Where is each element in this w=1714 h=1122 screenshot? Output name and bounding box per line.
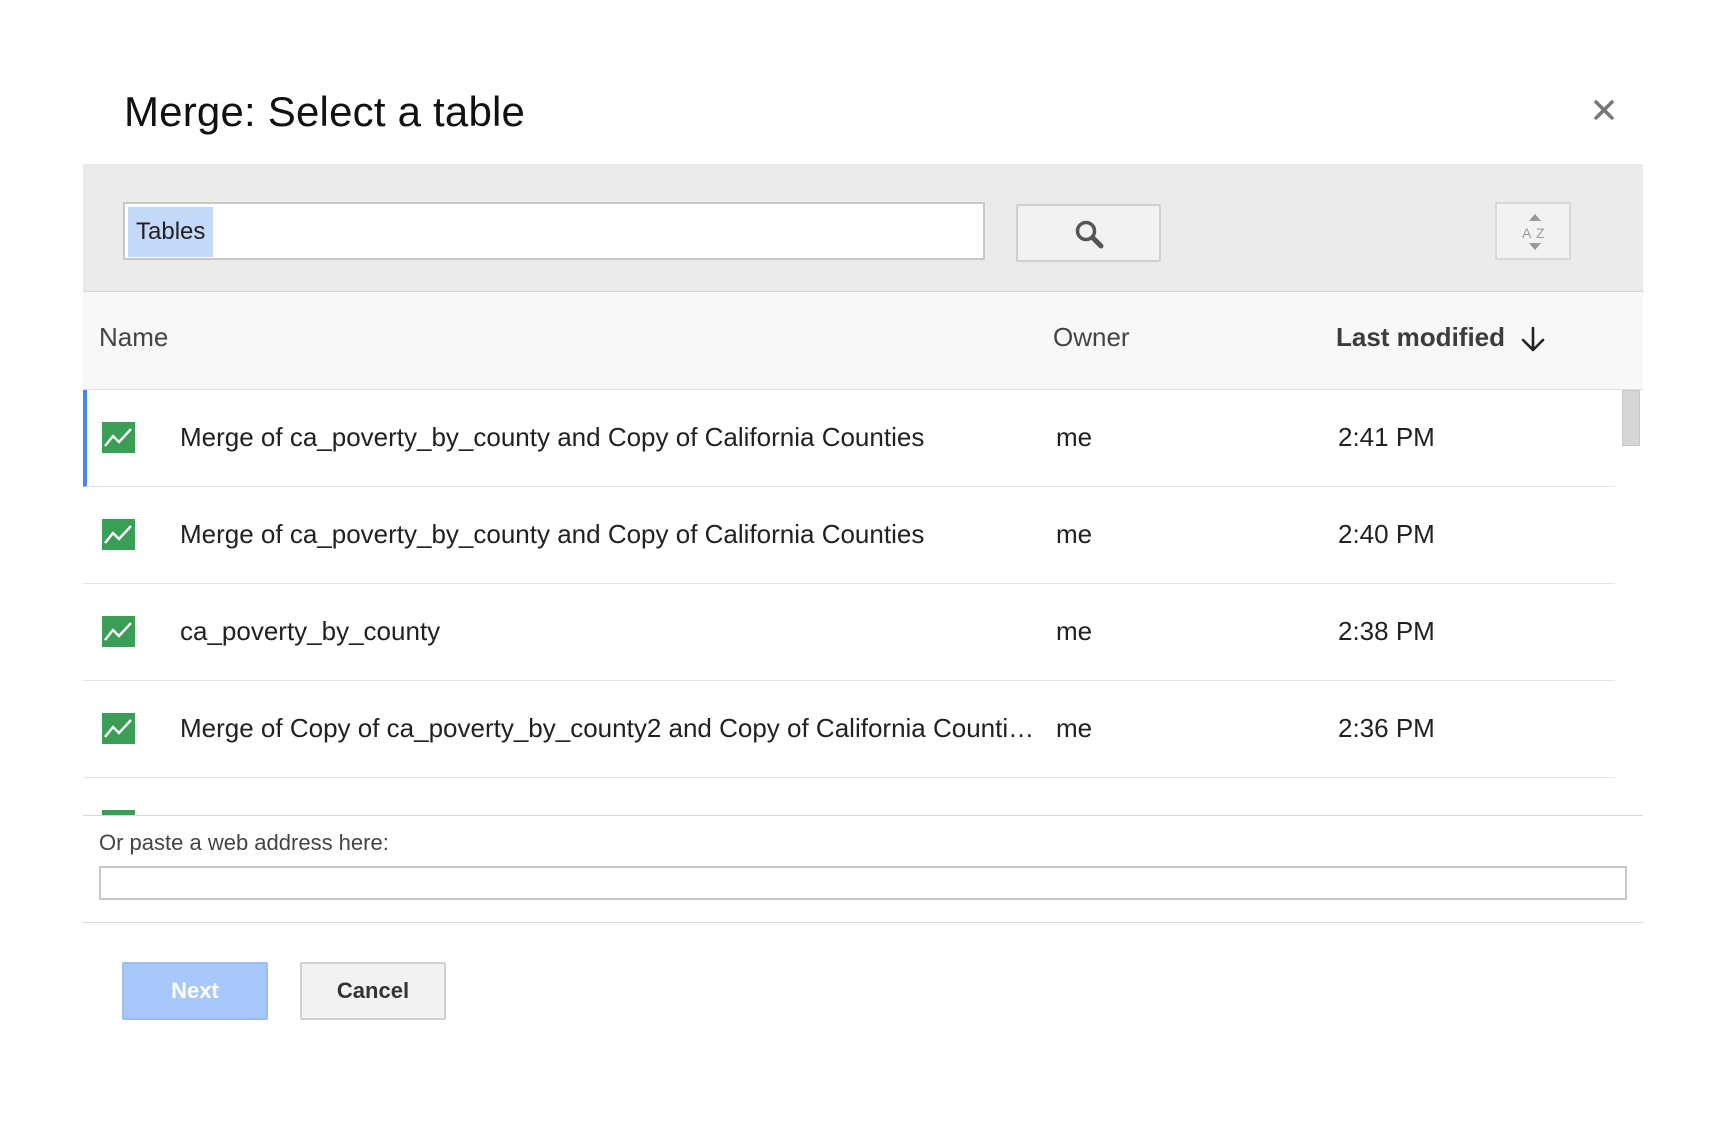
table-header: Name Owner Last modified bbox=[83, 292, 1643, 390]
row-owner: me bbox=[1056, 519, 1093, 549]
next-button[interactable]: Next bbox=[122, 962, 268, 1020]
row-owner: me bbox=[1056, 616, 1093, 646]
row-last-modified: 2:36 PM bbox=[1338, 713, 1435, 743]
table-row[interactable]: Merge of ca_poverty_by_county and Copy o… bbox=[83, 487, 1615, 584]
paste-url-label: Or paste a web address here: bbox=[99, 830, 389, 855]
svg-text:A: A bbox=[1522, 225, 1532, 241]
fusion-table-chart-icon bbox=[102, 713, 135, 744]
fusion-table-chart-icon bbox=[102, 519, 135, 550]
search-button[interactable] bbox=[1016, 204, 1161, 262]
table-row[interactable]: Merge of Copy of ca_poverty_by_county2 a… bbox=[83, 681, 1615, 778]
close-icon[interactable] bbox=[1588, 94, 1620, 126]
row-owner: me bbox=[1056, 422, 1093, 452]
table-row[interactable]: ca_poverty_by_county me 2:38 PM bbox=[83, 584, 1615, 681]
row-last-modified: 2:40 PM bbox=[1338, 519, 1435, 549]
search-toolbar: Tables A Z bbox=[83, 164, 1643, 292]
cancel-button[interactable]: Cancel bbox=[300, 962, 446, 1020]
sort-az-icon: A Z bbox=[1522, 214, 1545, 250]
paste-url-section: Or paste a web address here: bbox=[83, 815, 1643, 923]
svg-text:Z: Z bbox=[1536, 225, 1545, 241]
search-input[interactable]: Tables bbox=[123, 202, 985, 260]
merge-dialog: Merge: Select a table Tables A Z Name Ow… bbox=[0, 0, 1714, 1122]
table-list: Merge of ca_poverty_by_county and Copy o… bbox=[83, 390, 1643, 815]
row-name: Merge of Copy of ca_poverty_by_county2 a… bbox=[180, 713, 1035, 743]
arrow-down-icon[interactable] bbox=[1520, 326, 1546, 354]
row-name: Merge of ca_poverty_by_county and Copy o… bbox=[180, 519, 925, 549]
paste-url-input[interactable] bbox=[99, 866, 1627, 900]
filter-chip-tables[interactable]: Tables bbox=[128, 207, 214, 257]
column-header-owner[interactable]: Owner bbox=[1053, 322, 1130, 353]
row-last-modified: 2:38 PM bbox=[1338, 616, 1435, 646]
list-scrollbar[interactable] bbox=[1622, 390, 1640, 446]
search-icon bbox=[1075, 220, 1104, 249]
dialog-title: Merge: Select a table bbox=[124, 88, 526, 135]
row-last-modified: 2:41 PM bbox=[1338, 422, 1435, 452]
fusion-table-chart-icon bbox=[102, 616, 135, 647]
row-owner: me bbox=[1056, 713, 1093, 743]
column-header-last-modified[interactable]: Last modified bbox=[1336, 322, 1505, 353]
fusion-table-chart-icon bbox=[102, 422, 135, 453]
row-name: ca_poverty_by_county bbox=[180, 616, 441, 646]
sort-az-button[interactable]: A Z bbox=[1495, 202, 1571, 260]
table-row[interactable]: Merge of ca_poverty_by_county and Copy o… bbox=[83, 390, 1615, 487]
column-header-name[interactable]: Name bbox=[99, 322, 168, 353]
row-name: Merge of ca_poverty_by_county and Copy o… bbox=[180, 422, 925, 452]
